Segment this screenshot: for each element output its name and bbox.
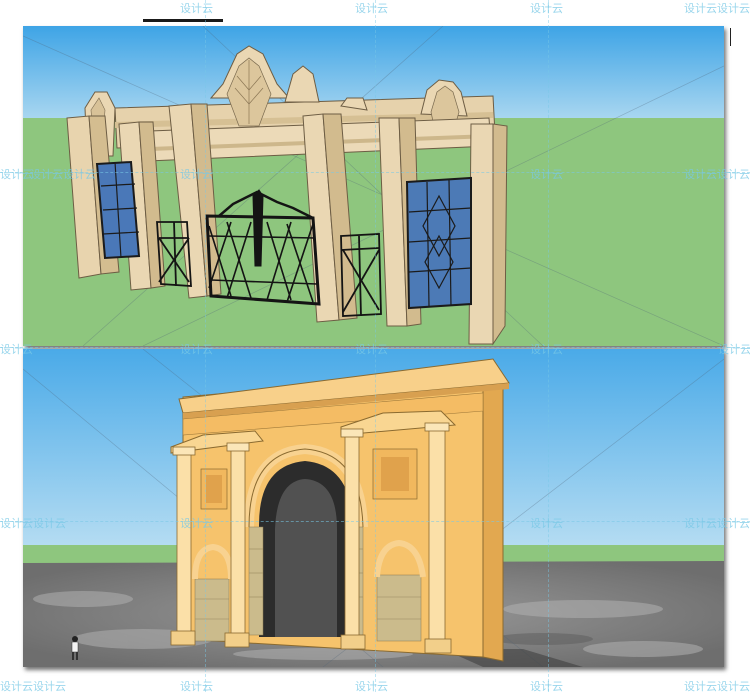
image-frame: 设计云 设计云 设计云 设计云设计云 设计云 设计云设计云 设计云 设计云 设计… [0,0,750,693]
corner-tick [730,28,731,46]
scene-triumphal-arch [23,349,724,667]
watermark-text: 设计云设计云 [684,2,750,15]
watermark-text: 设计云 [355,2,388,15]
top-bar-decoration [143,19,223,22]
watermark-line [205,0,206,692]
scene-stone-gate [23,26,724,346]
triumphal-arch-render-icon [23,349,724,667]
watermark-text: 设计云 [180,2,213,15]
watermark-text: 设计云 [530,2,563,15]
watermark-line [375,0,376,692]
stone-gate-render-icon [23,26,724,346]
watermark-line [548,0,549,692]
